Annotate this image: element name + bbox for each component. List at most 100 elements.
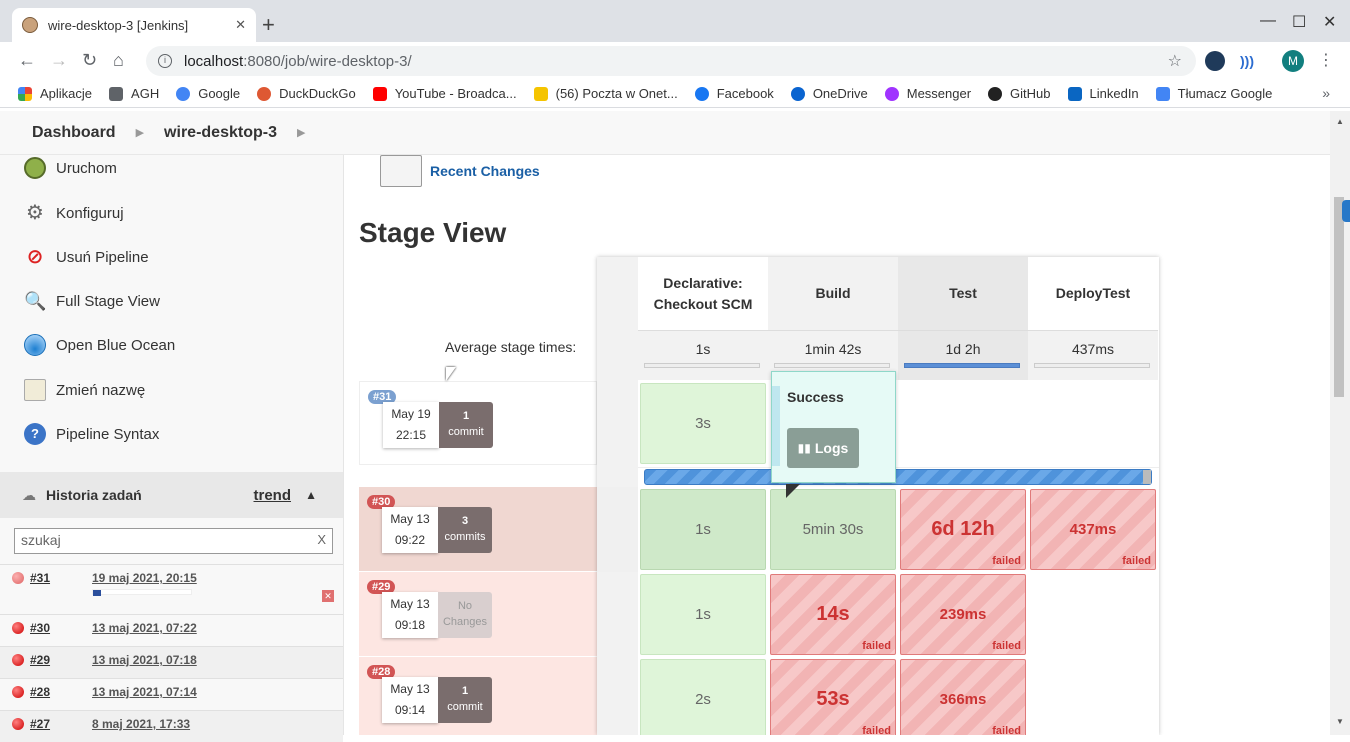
browser-tab[interactable]: wire-desktop-3 [Jenkins] ✕: [12, 8, 256, 42]
bookmark-facebook[interactable]: Facebook: [694, 86, 774, 101]
bookmark-tlumacz-google[interactable]: Tłumacz Google: [1155, 86, 1272, 101]
browser-menu-icon[interactable]: ⋮: [1318, 50, 1334, 70]
clear-search-icon[interactable]: X: [317, 532, 326, 547]
build-date-link[interactable]: 8 maj 2021, 17:33: [92, 717, 190, 731]
build-history-row[interactable]: #28 13 maj 2021, 07:14: [0, 678, 343, 710]
recent-changes-link[interactable]: Recent Changes: [380, 155, 540, 187]
build-history-title: Historia zadań: [46, 487, 142, 503]
sidebar-item-konfiguruj[interactable]: ⚙ Konfiguruj: [24, 202, 124, 224]
gear-icon: ⚙: [26, 202, 44, 224]
sidebar-item-zmien-nazwe[interactable]: Zmień nazwę: [24, 379, 145, 401]
breadcrumb-chevron-icon[interactable]: ▶: [136, 126, 144, 139]
stage-cell-28-checkout[interactable]: 2s: [640, 659, 766, 735]
run-commits[interactable]: No Changes: [438, 592, 492, 638]
bookmarks-overflow-icon[interactable]: »: [1322, 85, 1330, 101]
minimize-icon[interactable]: —: [1260, 12, 1276, 30]
stage-cell-29-build[interactable]: 14s failed: [770, 574, 896, 655]
bookmarks-bar: Aplikacje AGH Google DuckDuckGo YouTube …: [0, 80, 1350, 108]
forward-icon[interactable]: →: [50, 50, 68, 71]
sidebar: Uruchom ⚙ Konfiguruj ⊘ Usuń Pipeline 🔍 F…: [0, 155, 344, 742]
extension-icon[interactable]: [1205, 51, 1225, 71]
build-history-row[interactable]: #30 13 maj 2021, 07:22: [0, 614, 343, 646]
window-close-icon[interactable]: ✕: [1323, 12, 1336, 32]
build-number-link[interactable]: #31: [30, 571, 50, 585]
build-number-link[interactable]: #29: [30, 653, 50, 667]
stage-average-bar: [644, 363, 760, 368]
new-tab-icon[interactable]: +: [262, 12, 275, 38]
stage-cell-28-build[interactable]: 53s failed: [770, 659, 896, 735]
translate-icon: [1155, 86, 1170, 101]
breadcrumb: Dashboard ▶ wire-desktop-3 ▶: [0, 111, 1330, 155]
breadcrumb-job[interactable]: wire-desktop-3: [164, 124, 277, 142]
bookmark-poczta-onet[interactable]: (56) Poczta w Onet...: [533, 86, 678, 101]
sidebar-item-uruchom[interactable]: Uruchom: [24, 157, 117, 179]
build-number-link[interactable]: #28: [30, 685, 50, 699]
stage-header: Test: [898, 257, 1028, 330]
build-history-row[interactable]: #31 19 maj 2021, 20:15 ✕: [0, 564, 343, 614]
google-icon: [176, 86, 191, 101]
breadcrumb-dashboard[interactable]: Dashboard: [32, 124, 116, 142]
tab-close-icon[interactable]: ✕: [235, 17, 246, 33]
maximize-icon[interactable]: ☐: [1292, 12, 1306, 32]
stage-cell-31-checkout[interactable]: 3s: [640, 383, 766, 464]
profile-avatar[interactable]: M: [1282, 50, 1304, 72]
reload-icon[interactable]: ↻: [82, 50, 97, 71]
stage-cell-30-deploytest[interactable]: 437ms failed: [1030, 489, 1156, 570]
run-commits[interactable]: 1 commit: [438, 677, 492, 723]
build-number-link[interactable]: #27: [30, 717, 50, 731]
bookmark-duckduckgo[interactable]: DuckDuckGo: [257, 86, 356, 101]
build-status-red-icon: [12, 718, 24, 730]
stage-cell-28-test[interactable]: 366ms failed: [900, 659, 1026, 735]
average-stage-times-label: Average stage times:: [445, 339, 577, 355]
wifi-extension-icon[interactable]: ))): [1237, 51, 1257, 71]
sidebar-item-open-blue-ocean[interactable]: Open Blue Ocean: [24, 334, 175, 356]
logs-button[interactable]: ▮▮ Logs: [787, 428, 859, 468]
build-date-link[interactable]: 13 maj 2021, 07:22: [92, 621, 197, 635]
build-date-link[interactable]: 13 maj 2021, 07:18: [92, 653, 197, 667]
stage-cell-29-test[interactable]: 239ms failed: [900, 574, 1026, 655]
sidebar-item-usun-pipeline[interactable]: ⊘ Usuń Pipeline: [24, 246, 149, 268]
build-status-red-icon: [12, 622, 24, 634]
bookmark-agh[interactable]: AGH: [109, 86, 159, 101]
stage-cell-30-checkout[interactable]: 1s: [640, 489, 766, 570]
collapse-chevron-up-icon[interactable]: ▲: [305, 488, 317, 502]
stage-cell-30-build[interactable]: 5min 30s: [770, 489, 896, 570]
stage-average-bar: [904, 363, 1020, 368]
sidebar-item-pipeline-syntax[interactable]: ? Pipeline Syntax: [24, 423, 159, 445]
scroll-up-icon[interactable]: ▲: [1336, 117, 1344, 126]
breadcrumb-chevron-icon[interactable]: ▶: [297, 126, 305, 139]
build-date-link[interactable]: 19 maj 2021, 20:15: [92, 571, 197, 585]
build-history-row[interactable]: #29 13 maj 2021, 07:18: [0, 646, 343, 678]
address-bar[interactable]: i localhost:8080/job/wire-desktop-3/ ☆: [146, 46, 1196, 76]
run-date: May 13 09:18: [382, 592, 438, 638]
bookmark-aplikacje[interactable]: Aplikacje: [18, 86, 92, 101]
bookmark-github[interactable]: GitHub: [988, 86, 1051, 101]
run-commits[interactable]: 3 commits: [438, 507, 492, 553]
home-icon[interactable]: ⌂: [113, 50, 124, 71]
cancel-build-icon[interactable]: ✕: [322, 590, 334, 602]
notepad-pencil-icon: [380, 155, 422, 187]
bookmark-linkedin[interactable]: LinkedIn: [1067, 86, 1139, 101]
bookmark-google[interactable]: Google: [176, 86, 240, 101]
build-search-input[interactable]: szukaj X: [14, 528, 333, 554]
sidebar-item-full-stage-view[interactable]: 🔍 Full Stage View: [24, 290, 160, 312]
bookmark-messenger[interactable]: Messenger: [884, 86, 971, 101]
build-status-red-icon: [12, 572, 24, 584]
build-status-red-icon: [12, 686, 24, 698]
scroll-down-icon[interactable]: ▼: [1336, 717, 1344, 726]
back-icon[interactable]: ←: [18, 50, 36, 71]
bookmark-youtube[interactable]: YouTube - Broadca...: [372, 86, 517, 101]
build-date-link[interactable]: 13 maj 2021, 07:14: [92, 685, 197, 699]
run-commits[interactable]: 1 commit: [439, 402, 493, 448]
bookmark-star-icon[interactable]: ☆: [1168, 51, 1182, 71]
build-number-link[interactable]: #30: [30, 621, 50, 635]
build-status-red-icon: [12, 654, 24, 666]
trend-link[interactable]: trend: [254, 487, 292, 504]
site-info-icon[interactable]: i: [158, 54, 172, 68]
bookmark-onedrive[interactable]: OneDrive: [790, 86, 868, 101]
stage-cell-29-checkout[interactable]: 1s: [640, 574, 766, 655]
stage-cell-30-test[interactable]: 6d 12h failed: [900, 489, 1026, 570]
build-history-row[interactable]: #27 8 maj 2021, 17:33: [0, 710, 343, 742]
scrollbar-thumb[interactable]: [1334, 197, 1344, 397]
side-panel-tab[interactable]: [1342, 200, 1350, 222]
